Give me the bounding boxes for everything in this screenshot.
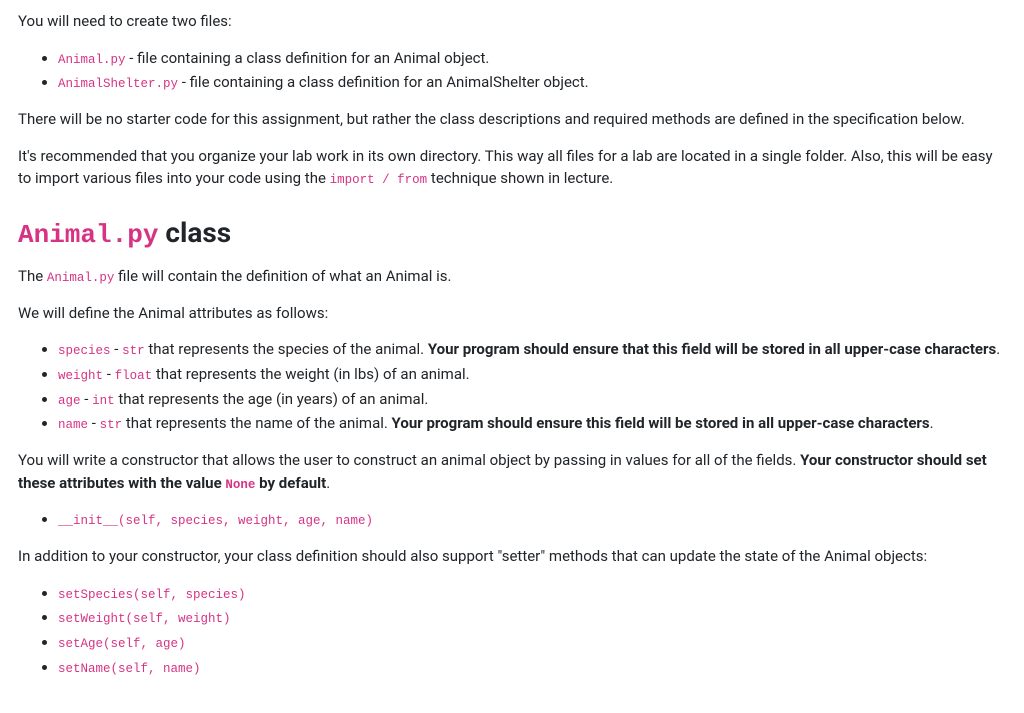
attributes-list: species - str that represents the specie…: [18, 338, 1006, 435]
text-span: that represents the name of the animal.: [122, 414, 391, 432]
list-item: species - str that represents the specie…: [58, 338, 1006, 361]
list-item: setWeight(self, weight): [58, 606, 1006, 629]
file-desc: - file containing a class definition for…: [178, 73, 589, 91]
list-item: weight - float that represents the weigh…: [58, 363, 1006, 386]
text-span: that represents the species of the anima…: [145, 340, 428, 358]
filename-code: AnimalShelter.py: [58, 77, 178, 91]
text-span: You will write a constructor that allows…: [18, 451, 800, 469]
bold-text: Your program should ensure this field wi…: [392, 414, 930, 432]
none-code: None: [225, 478, 255, 492]
text-span: that represents the age (in years) of an…: [115, 390, 429, 408]
list-item: setSpecies(self, species): [58, 582, 1006, 605]
list-item: AnimalShelter.py - file containing a cla…: [58, 71, 1006, 94]
text-span: that represents the weight (in lbs) of a…: [152, 365, 469, 383]
list-item: setAge(self, age): [58, 631, 1006, 654]
attrs-intro-paragraph: We will define the Animal attributes as …: [18, 302, 1006, 325]
attr-name-code: species: [58, 344, 111, 358]
import-code: import / from: [330, 173, 428, 187]
heading-code: Animal.py: [18, 220, 158, 250]
attr-type-code: str: [122, 344, 145, 358]
document-body: You will need to create two files: Anima…: [0, 0, 1024, 713]
text-span: -: [88, 414, 100, 432]
bold-text: Your program should ensure that this fie…: [428, 340, 996, 358]
list-item: name - str that represents the name of t…: [58, 412, 1006, 435]
method-signature-code: setName(self, name): [58, 662, 201, 676]
attr-name-code: name: [58, 418, 88, 432]
text-span: -: [81, 390, 93, 408]
filename-code: Animal.py: [47, 271, 115, 285]
file-desc: - file containing a class definition for…: [126, 49, 490, 67]
text-span: by default: [255, 474, 326, 492]
heading-text: class: [158, 216, 231, 249]
attr-type-code: float: [115, 369, 153, 383]
no-starter-paragraph: There will be no starter code for this a…: [18, 108, 1006, 131]
constructor-list: __init__(self, species, weight, age, nam…: [18, 508, 1006, 531]
filename-code: Animal.py: [58, 53, 126, 67]
method-signature-code: setAge(self, age): [58, 637, 186, 651]
list-item: age - int that represents the age (in ye…: [58, 388, 1006, 411]
text-span: The: [18, 267, 47, 285]
constructor-paragraph: You will write a constructor that allows…: [18, 449, 1006, 494]
text-span: technique shown in lecture.: [427, 169, 613, 187]
method-signature-code: __init__(self, species, weight, age, nam…: [58, 514, 373, 528]
list-item: __init__(self, species, weight, age, nam…: [58, 508, 1006, 531]
intro-paragraph: You will need to create two files:: [18, 10, 1006, 33]
method-signature-code: setWeight(self, weight): [58, 612, 231, 626]
setters-intro-paragraph: In addition to your constructor, your cl…: [18, 545, 1006, 568]
text-span: .: [326, 474, 330, 492]
setters-list: setSpecies(self, species) setWeight(self…: [18, 582, 1006, 679]
text-span: .: [930, 414, 934, 432]
files-list: Animal.py - file containing a class defi…: [18, 47, 1006, 95]
section-heading: Animal.py class: [18, 212, 1006, 255]
attr-type-code: int: [92, 394, 115, 408]
text-span: file will contain the definition of what…: [114, 267, 451, 285]
text-span: -: [103, 365, 115, 383]
list-item: setName(self, name): [58, 656, 1006, 679]
file-definition-paragraph: The Animal.py file will contain the defi…: [18, 265, 1006, 288]
text-span: -: [111, 340, 123, 358]
method-signature-code: setSpecies(self, species): [58, 588, 246, 602]
attr-name-code: age: [58, 394, 81, 408]
attr-type-code: str: [100, 418, 123, 432]
attr-name-code: weight: [58, 369, 103, 383]
recommend-paragraph: It's recommended that you organize your …: [18, 145, 1006, 190]
list-item: Animal.py - file containing a class defi…: [58, 47, 1006, 70]
text-span: .: [996, 340, 1000, 358]
